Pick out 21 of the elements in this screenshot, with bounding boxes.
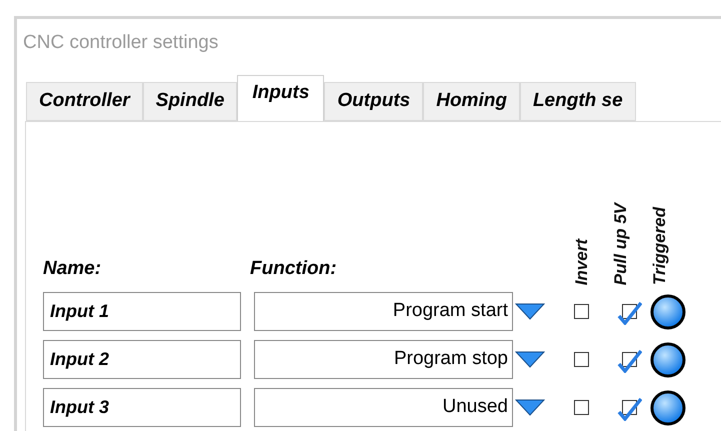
tab[interactable]: Homing (423, 82, 520, 121)
tab[interactable]: Spindle (142, 82, 238, 121)
dropdown-triangle-icon[interactable] (515, 302, 545, 322)
column-header: Triggered (651, 206, 668, 285)
name-field[interactable]: Input 1 (43, 292, 241, 331)
dropdown-triangle-icon[interactable] (515, 350, 545, 370)
column-header: Name: (43, 256, 102, 280)
tab[interactable]: Controller (26, 82, 143, 121)
column-header: Pull up 5V (612, 202, 629, 285)
function-dropdown[interactable]: Unused (254, 388, 513, 427)
window-title: CNC controller settings (23, 31, 220, 55)
function-dropdown[interactable]: Program start (254, 292, 513, 331)
tab[interactable]: Length se (520, 82, 636, 121)
name-field[interactable]: Input 2 (43, 340, 241, 379)
name-field[interactable]: Input 3 (43, 388, 241, 427)
column-header: Invert (573, 238, 590, 285)
function-dropdown[interactable]: Program stop (254, 340, 513, 379)
tab[interactable]: Inputs (237, 75, 324, 121)
dropdown-triangle-icon[interactable] (515, 398, 545, 418)
column-header: Function: (250, 256, 338, 280)
tab[interactable]: Outputs (324, 82, 424, 121)
